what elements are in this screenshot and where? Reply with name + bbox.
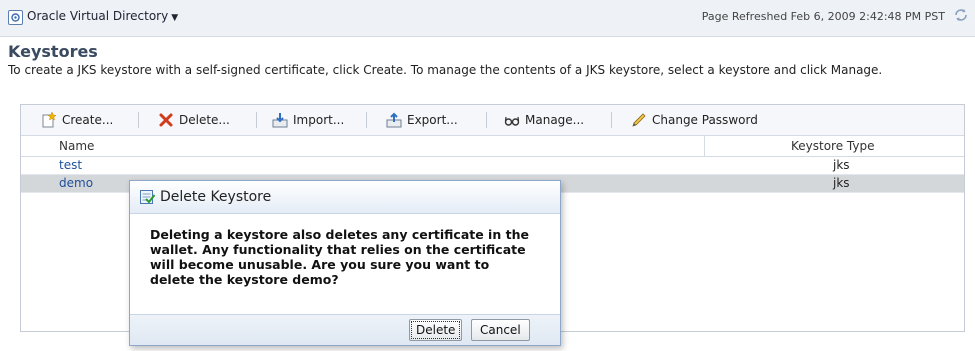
column-header-name[interactable]: Name [59, 139, 94, 153]
dialog-message-line: wallet. Any functionality that relies on… [150, 242, 526, 257]
keystore-name-link[interactable]: demo [59, 176, 93, 190]
create-label: Create... [62, 113, 114, 127]
toolbar-divider [611, 112, 612, 128]
dialog-message-line: will become unusable. Are you sure you w… [150, 257, 490, 272]
dialog-message-line: Deleting a keystore also deletes any cer… [150, 227, 529, 242]
create-button[interactable]: Create... [41, 111, 113, 129]
change-password-label: Change Password [652, 113, 758, 127]
refresh-icon[interactable] [953, 7, 969, 23]
column-header-keystore-type[interactable]: Keystore Type [791, 139, 874, 153]
import-button[interactable]: Import... [272, 111, 344, 129]
table-header: Name Keystore Type [21, 136, 964, 157]
target-menu[interactable]: Oracle Virtual Directory ▼ [27, 9, 178, 23]
dialog-header: Delete Keystore [130, 181, 560, 214]
dialog-footer: Delete Cancel [130, 314, 560, 345]
confirm-delete-button[interactable]: Delete [409, 319, 463, 341]
cancel-button[interactable]: Cancel [471, 319, 530, 341]
keystore-type-cell: jks [833, 176, 850, 190]
delete-label: Delete... [179, 113, 230, 127]
delete-keystore-dialog: Delete Keystore Deleting a keystore also… [129, 180, 561, 346]
target-icon [8, 10, 23, 25]
keystore-type-cell: jks [833, 158, 850, 172]
create-icon [41, 111, 57, 128]
change-password-button[interactable]: Change Password [631, 111, 758, 129]
export-label: Export... [407, 113, 458, 127]
toolbar-divider [138, 112, 139, 128]
dialog-message-line: delete the keystore demo? [150, 272, 339, 287]
export-icon [386, 112, 402, 128]
row-selector[interactable] [21, 157, 51, 174]
column-divider [704, 136, 705, 156]
export-button[interactable]: Export... [386, 111, 458, 129]
glasses-icon [504, 112, 520, 128]
pencil-icon [631, 112, 647, 128]
page-title: Keystores [8, 42, 98, 61]
manage-label: Manage... [525, 113, 585, 127]
dialog-check-icon [139, 189, 156, 205]
dialog-title: Delete Keystore [160, 189, 272, 205]
table-row[interactable]: test jks [21, 157, 964, 175]
import-label: Import... [293, 113, 345, 127]
keystore-name-link[interactable]: test [59, 158, 82, 172]
chevron-down-icon: ▼ [171, 13, 179, 23]
row-selector[interactable] [21, 175, 51, 192]
target-menu-label: Oracle Virtual Directory [27, 9, 169, 23]
toolbar-divider [486, 112, 487, 128]
toolbar-divider [256, 112, 257, 128]
delete-icon [158, 112, 174, 128]
import-icon [272, 112, 288, 128]
dialog-message: Deleting a keystore also deletes any cer… [150, 227, 545, 287]
toolbar-divider [366, 112, 367, 128]
page-refreshed-text: Page Refreshed Feb 6, 2009 2:42:48 PM PS… [701, 10, 945, 23]
page-description: To create a JKS keystore with a self-sig… [8, 63, 883, 77]
toolbar: Create... Delete... Import... Export... [21, 105, 964, 136]
manage-button[interactable]: Manage... [504, 111, 584, 129]
delete-button[interactable]: Delete... [158, 111, 230, 129]
top-bar: Oracle Virtual Directory ▼ Page Refreshed… [0, 0, 975, 37]
